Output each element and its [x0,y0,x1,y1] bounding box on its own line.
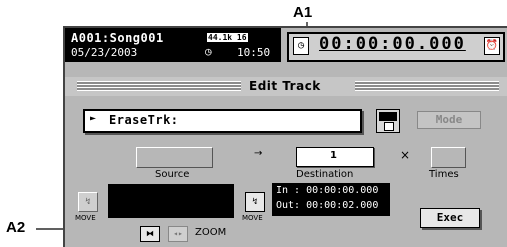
page-title: Edit Track [249,79,321,93]
bit-rate-badge: 44.1k 16 [207,33,248,42]
alarm-clock-icon[interactable]: ⏰ [484,37,500,55]
move-left-label: MOVE [75,214,96,222]
times-symbol: × [400,148,411,162]
time-counter: 00:00:00.000 [319,34,466,54]
zoom-in-button[interactable]: ◂▸ [168,226,188,242]
zoom-out-button[interactable]: ⧓ [140,226,160,242]
clock-icon: ◷ [205,45,212,58]
erase-track-icon [376,109,400,133]
in-time: In : 00:00:00.000 [276,185,379,196]
out-time: Out: 00:00:02.000 [276,200,379,211]
destination-value: 1 [330,150,337,161]
locate-icon[interactable]: ◷ [293,37,309,55]
mode-button[interactable]: Mode [417,111,481,129]
title-stripe-left [77,81,241,91]
song-date: 05/23/2003 [71,46,138,59]
device-screen: A001:Song001 44.1k 16 05/23/2003 ◷ 10:50… [63,26,507,247]
destination-label: Destination [296,169,354,180]
title-stripe-right [355,81,499,91]
song-time: 10:50 [237,46,271,59]
move-right-label: MOVE [242,214,263,222]
times-field[interactable] [431,147,466,168]
move-right-button[interactable]: ↯ [245,192,265,212]
move-left-button[interactable]: ↯ [78,192,98,212]
source-label: Source [155,169,190,180]
zoom-label: ZOOM [195,227,227,238]
exec-button[interactable]: Exec [420,208,480,228]
song-name: A001:Song001 [71,31,164,45]
callout-a2: A2 [6,219,26,236]
source-field[interactable] [136,147,213,168]
function-name: EraseTrk: [109,113,179,127]
arrow-symbol: → [254,148,263,159]
play-triangle-icon: ► [90,113,97,124]
times-label: Times [429,169,459,180]
waveform-display [108,184,234,218]
